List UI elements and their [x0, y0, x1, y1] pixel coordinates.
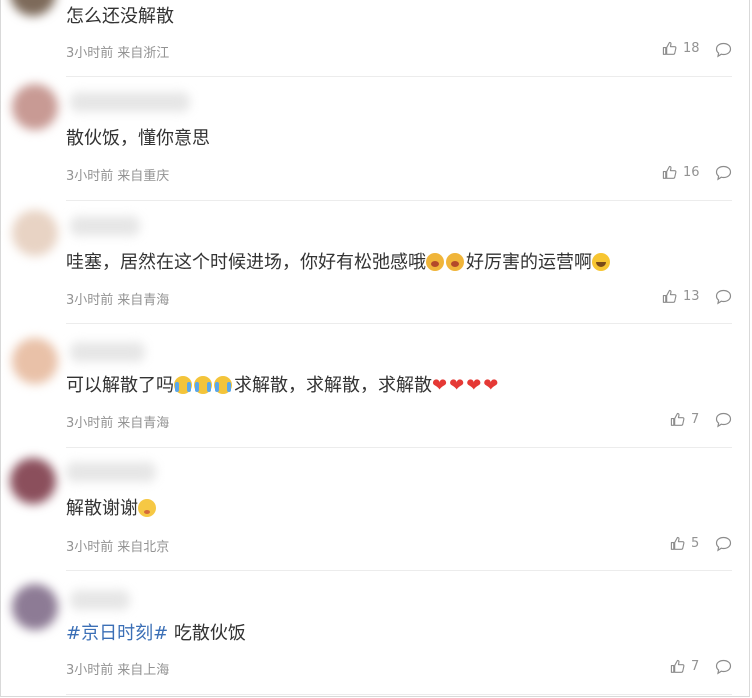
username[interactable] — [70, 342, 145, 362]
comment-time: 3小时前 — [66, 416, 114, 431]
avatar[interactable] — [12, 338, 58, 384]
comment-text-part: 吃散伙饭 — [168, 623, 246, 644]
sobbing-emoji — [426, 253, 444, 271]
comment-text-part: 可以解散了吗 — [66, 375, 174, 396]
comment-location: 来自北京 — [117, 540, 170, 555]
comment-meta: 3小时前 来自重庆 — [66, 165, 169, 184]
comment-time: 3小时前 — [66, 293, 114, 308]
like-button[interactable]: 5 — [670, 536, 699, 551]
like-button[interactable]: 7 — [670, 659, 699, 674]
avatar[interactable] — [12, 584, 58, 630]
comment-location: 来自上海 — [117, 663, 170, 678]
avatar[interactable] — [12, 210, 58, 256]
comment-text: 散伙饭，懂你意思 — [66, 128, 210, 149]
crying-emoji — [174, 376, 192, 394]
comment-text-part: 求解散，求解散，求解散 — [234, 375, 432, 396]
heart-emoji: ❤ — [449, 375, 465, 396]
comment-bubble-icon[interactable] — [715, 42, 732, 58]
username[interactable] — [70, 216, 140, 236]
thumbs-up-icon — [670, 659, 685, 673]
comment-location: 来自青海 — [117, 416, 170, 431]
thumbs-up-icon — [670, 536, 685, 550]
crying-emoji — [214, 376, 232, 394]
username[interactable] — [66, 462, 156, 482]
comment-meta: 3小时前 来自北京 — [66, 536, 169, 555]
comment-text: 哇塞，居然在这个时候进场，你好有松弛感哦 好厉害的运营啊 — [66, 251, 612, 275]
username[interactable] — [70, 92, 190, 112]
comment-text-part: 解散谢谢 — [66, 498, 138, 519]
avatar[interactable] — [12, 84, 58, 130]
comment-time: 3小时前 — [66, 663, 114, 678]
comment-time: 3小时前 — [66, 46, 114, 61]
divider — [66, 76, 732, 77]
comment-text-part: 哇塞，居然在这个时候进场，你好有松弛感哦 — [66, 252, 426, 273]
comment-bubble-icon[interactable] — [715, 659, 732, 675]
comment-meta: 3小时前 来自青海 — [66, 289, 169, 308]
comment-text: 可以解散了吗 求解散，求解散，求解散❤ ❤ ❤ ❤ — [66, 374, 500, 398]
like-button[interactable]: 7 — [670, 412, 699, 427]
comment-meta: 3小时前 来自浙江 — [66, 42, 169, 61]
divider — [66, 323, 732, 324]
sobbing-emoji — [446, 253, 464, 271]
comment-time: 3小时前 — [66, 169, 114, 184]
thumbs-up-icon — [662, 165, 677, 179]
hashtag-link[interactable]: #京日时刻# — [66, 623, 168, 644]
comment-text: 怎么还没解散 — [66, 6, 174, 27]
heart-emoji: ❤ — [466, 375, 482, 396]
like-count: 5 — [691, 536, 700, 551]
like-button[interactable]: 18 — [662, 41, 700, 56]
like-count: 7 — [691, 412, 700, 427]
heart-emoji: ❤ — [483, 375, 499, 396]
thumbs-up-icon — [670, 412, 685, 426]
thumbs-up-icon — [662, 289, 677, 303]
divider — [66, 694, 732, 695]
shy-emoji — [138, 499, 156, 517]
comment-bubble-icon[interactable] — [715, 289, 732, 305]
like-button[interactable]: 13 — [662, 289, 700, 304]
laughing-emoji — [592, 253, 610, 271]
heart-emoji: ❤ — [432, 375, 448, 396]
crying-emoji — [194, 376, 212, 394]
comment-text: #京日时刻# 吃散伙饭 — [66, 622, 246, 646]
comment-location: 来自浙江 — [117, 46, 170, 61]
like-count: 18 — [683, 41, 700, 56]
comment-bubble-icon[interactable] — [715, 536, 732, 552]
username[interactable] — [70, 590, 130, 610]
comment-bubble-icon[interactable] — [715, 165, 732, 181]
avatar[interactable] — [10, 458, 56, 504]
comment-bubble-icon[interactable] — [715, 412, 732, 428]
divider — [66, 447, 732, 448]
comment-meta: 3小时前 来自青海 — [66, 412, 169, 431]
comment-text: 解散谢谢 — [66, 497, 158, 521]
comment-text-part: 好厉害的运营啊 — [466, 252, 592, 273]
comment-location: 来自重庆 — [117, 169, 170, 184]
like-count: 13 — [683, 289, 700, 304]
thumbs-up-icon — [662, 41, 677, 55]
divider — [66, 570, 732, 571]
like-button[interactable]: 16 — [662, 165, 700, 180]
comment-location: 来自青海 — [117, 293, 170, 308]
comment-time: 3小时前 — [66, 540, 114, 555]
like-count: 16 — [683, 165, 700, 180]
like-count: 7 — [691, 659, 700, 674]
comment-meta: 3小时前 来自上海 — [66, 659, 169, 678]
divider — [66, 200, 732, 201]
